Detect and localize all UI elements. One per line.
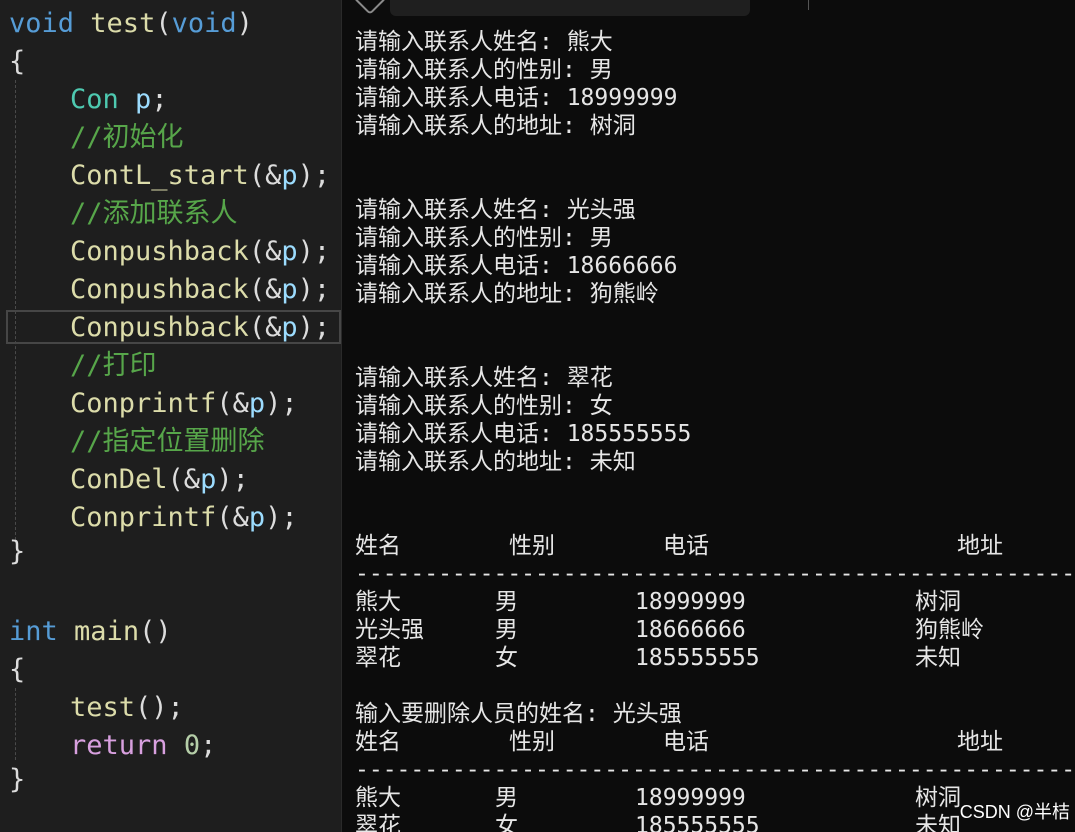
cell-address: 树洞	[915, 785, 961, 811]
code-line: ConDel(&p);	[70, 464, 249, 495]
code-line: test();	[70, 692, 184, 723]
code-line: return 0;	[70, 730, 217, 761]
code-line: ContL_start(&p);	[70, 160, 331, 191]
code-line: Con p;	[70, 84, 168, 115]
console-line: 请输入联系人的地址: 未知	[355, 449, 636, 475]
cell-address: 未知	[915, 813, 961, 832]
cell-phone: 18666666	[635, 617, 746, 643]
cell-name: 光头强	[355, 617, 424, 643]
cell-phone: 18999999	[635, 785, 746, 811]
console-line: 请输入联系人的地址: 树洞	[355, 113, 636, 139]
header-phone: 电话	[663, 533, 709, 559]
cell-gender: 女	[495, 813, 518, 832]
table-separator: ----------------------------------------…	[355, 757, 1075, 783]
code-comment: //指定位置删除	[70, 426, 265, 457]
console-window[interactable]: 请输入联系人姓名: 熊大 请输入联系人的性别: 男 请输入联系人电话: 1899…	[341, 0, 1075, 832]
cell-gender: 女	[495, 645, 518, 671]
cell-name: 翠花	[355, 645, 401, 671]
cell-address: 未知	[915, 645, 961, 671]
code-comment: //初始化	[70, 122, 184, 153]
code-line-current: Conpushback(&p);	[70, 312, 331, 343]
console-line: 请输入联系人姓名: 光头强	[355, 197, 636, 223]
cell-name: 熊大	[355, 785, 401, 811]
header-gender: 性别	[509, 729, 555, 755]
code-line: {	[9, 46, 26, 77]
header-phone: 电话	[663, 729, 709, 755]
console-line: 请输入联系人电话: 18666666	[355, 253, 678, 279]
code-line: {	[9, 654, 26, 685]
table-separator: ----------------------------------------…	[355, 561, 1075, 587]
tab-divider	[808, 0, 809, 10]
csdn-watermark: CSDN @半桔	[959, 802, 1070, 822]
indent-guide	[15, 688, 16, 760]
code-line: Conpushback(&p);	[70, 274, 331, 305]
header-name: 姓名	[355, 729, 401, 755]
code-comment: //添加联系人	[70, 198, 238, 229]
header-gender: 性别	[509, 533, 555, 559]
console-line: 请输入联系人电话: 18999999	[355, 85, 678, 111]
code-line: }	[9, 764, 26, 795]
header-address: 地址	[957, 729, 1003, 755]
terminal-tab[interactable]	[390, 0, 750, 16]
cell-phone: 18999999	[635, 589, 746, 615]
code-comment: //打印	[70, 350, 157, 381]
code-line: Conprintf(&p);	[70, 388, 298, 419]
cell-gender: 男	[495, 785, 518, 811]
code-line: Conprintf(&p);	[70, 502, 298, 533]
console-line: 请输入联系人的性别: 男	[355, 225, 613, 251]
code-line: Conpushback(&p);	[70, 236, 331, 267]
cell-address: 树洞	[915, 589, 961, 615]
console-line: 请输入联系人姓名: 熊大	[355, 29, 613, 55]
code-line: }	[9, 536, 26, 567]
header-address: 地址	[957, 533, 1003, 559]
header-name: 姓名	[355, 533, 401, 559]
code-line: int main()	[9, 616, 172, 647]
cell-address: 狗熊岭	[915, 617, 984, 643]
shield-icon	[353, 0, 387, 15]
console-line: 请输入联系人姓名: 翠花	[355, 365, 613, 391]
console-line: 请输入联系人的性别: 女	[355, 393, 613, 419]
console-line: 请输入联系人的地址: 狗熊岭	[355, 281, 659, 307]
cell-name: 熊大	[355, 589, 401, 615]
cell-phone: 185555555	[635, 813, 760, 832]
console-line: 请输入联系人的性别: 男	[355, 57, 613, 83]
code-editor[interactable]: void test(void) { Con p; //初始化 ContL_sta…	[0, 0, 341, 832]
cell-gender: 男	[495, 617, 518, 643]
cell-gender: 男	[495, 589, 518, 615]
terminal-tabstrip	[342, 0, 1075, 16]
cell-name: 翠花	[355, 813, 401, 832]
delete-prompt: 输入要删除人员的姓名: 光头强	[355, 701, 682, 727]
code-line: void test(void)	[9, 8, 253, 39]
console-line: 请输入联系人电话: 185555555	[355, 421, 692, 447]
cell-phone: 185555555	[635, 645, 760, 671]
